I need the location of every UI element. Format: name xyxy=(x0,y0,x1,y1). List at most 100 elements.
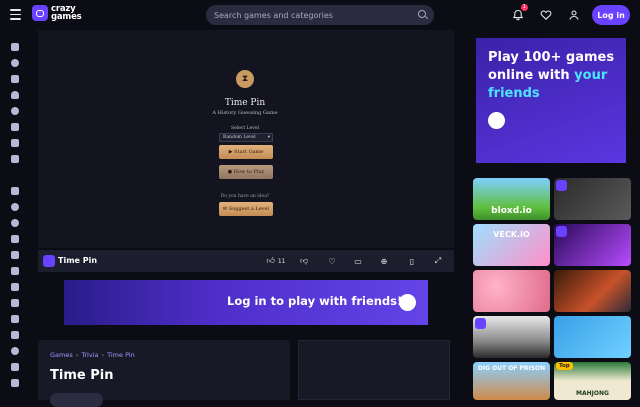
top-bar: crazy games 1 Log in xyxy=(0,0,640,30)
friends-promo-text: Play 100+ games online with your friends xyxy=(488,49,618,103)
breadcrumb-separator: › xyxy=(101,351,105,359)
share-button[interactable]: ⊕ xyxy=(376,254,392,268)
recent-icon[interactable] xyxy=(10,58,20,68)
fullscreen-button[interactable]: ⤢ xyxy=(430,254,446,268)
originals-icon[interactable] xyxy=(10,122,20,132)
search-icon[interactable] xyxy=(418,10,426,18)
promo-line3: friends xyxy=(488,86,540,101)
like-count: 11 xyxy=(277,257,286,265)
breadcrumb-games[interactable]: Games xyxy=(50,351,73,359)
login-button[interactable]: Log in xyxy=(592,5,630,25)
feedback-button[interactable]: ▭ xyxy=(350,254,366,268)
info-action-button[interactable] xyxy=(50,393,103,407)
new-games-icon[interactable] xyxy=(10,74,20,84)
how-to-play-button[interactable]: ● How to Play xyxy=(219,165,273,179)
multiplayer-badge-icon xyxy=(556,180,567,191)
menu-icon[interactable] xyxy=(10,9,21,20)
left-sidebar xyxy=(0,30,30,400)
fps-icon[interactable] xyxy=(10,378,20,388)
hourglass-icon: ⧗ xyxy=(236,70,254,88)
logo-line2: games xyxy=(51,12,82,22)
favorites-heart-icon[interactable] xyxy=(538,7,554,23)
suggest-level-label: Suggest a Level xyxy=(228,206,270,212)
trending-icon[interactable] xyxy=(10,90,20,100)
top-badge: Top xyxy=(556,362,573,370)
updated-icon[interactable] xyxy=(10,106,20,116)
game-toolbar: Time Pin 👍︎ 11 👎︎ ♡ ▭ ⊕ ▯ ⤢ xyxy=(38,250,454,272)
escape-icon[interactable] xyxy=(10,362,20,372)
level-select-value: Random Level xyxy=(223,135,256,140)
game-tile[interactable] xyxy=(473,270,550,312)
start-game-label: Start Game xyxy=(234,149,264,155)
game-tile[interactable]: VECK.IO xyxy=(473,224,550,266)
casual-icon[interactable] xyxy=(10,282,20,292)
avatar-circle xyxy=(399,294,416,311)
search-input[interactable] xyxy=(214,10,404,20)
adventure-icon[interactable] xyxy=(10,202,20,212)
game-tile-label: VECK.IO xyxy=(493,230,530,239)
promo-highlight: your xyxy=(574,68,608,83)
chevron-down-icon: ▾ xyxy=(267,135,270,140)
card-icon[interactable] xyxy=(10,266,20,276)
page-title: Time Pin xyxy=(50,368,114,383)
promo-avatar-circle xyxy=(488,112,505,129)
breadcrumb-trivia[interactable]: Trivia xyxy=(81,351,98,359)
promo-line1: Play 100+ games xyxy=(488,50,615,65)
heart-icon: ♡ xyxy=(328,256,336,266)
game-tile[interactable] xyxy=(554,224,631,266)
fullscreen-icon: ⤢ xyxy=(434,256,442,265)
game-tile[interactable]: DIG OUT OF PRISON xyxy=(473,362,550,400)
controller-icon[interactable] xyxy=(10,314,20,324)
notifications-bell-icon[interactable]: 1 xyxy=(510,4,528,23)
crazygames-logo[interactable]: crazy games xyxy=(32,5,82,21)
select-level-label: Select Level xyxy=(231,126,259,131)
search-bar[interactable] xyxy=(206,5,434,25)
game-tile[interactable]: bloxd.io xyxy=(473,178,550,220)
game-tile-label: DIG OUT OF PRISON xyxy=(477,365,546,372)
gamebar-title: Time Pin xyxy=(58,256,98,265)
breadcrumb-separator: › xyxy=(75,351,79,359)
how-to-play-label: How to Play xyxy=(233,169,265,175)
leaderboard-icon[interactable] xyxy=(10,154,20,164)
game-tile[interactable] xyxy=(473,316,550,358)
car-icon[interactable] xyxy=(10,250,20,260)
favorite-button[interactable]: ♡ xyxy=(324,254,340,268)
level-select[interactable]: Random Level ▾ xyxy=(219,133,273,142)
mobile-icon: ▯ xyxy=(409,256,415,266)
game-tile[interactable] xyxy=(554,316,631,358)
dislike-button[interactable]: 👎︎ xyxy=(296,254,312,268)
game-subtitle: A History Guessing Game xyxy=(212,110,278,116)
login-promo-text: Log in to play with friends! xyxy=(227,294,403,308)
mobile-button[interactable]: ▯ xyxy=(404,254,420,268)
game-tile[interactable] xyxy=(554,270,631,312)
game-thumbnail-icon xyxy=(43,255,55,267)
suggest-level-button[interactable]: ✉ Suggest a Level xyxy=(219,202,273,216)
like-button[interactable]: 👍︎ 11 xyxy=(262,254,290,268)
multiplayer-badge-icon xyxy=(556,226,567,237)
thumbs-up-icon: 👍︎ xyxy=(266,256,275,265)
game-tile-label: MAHJONG xyxy=(576,390,609,397)
clicker-icon[interactable] xyxy=(10,298,20,308)
share-icon: ⊕ xyxy=(380,256,388,266)
driving-icon[interactable] xyxy=(10,346,20,356)
beauty-icon[interactable] xyxy=(10,234,20,244)
thumbs-down-icon: 👎︎ xyxy=(299,256,309,265)
promo-line2: online with xyxy=(488,68,570,83)
game-tile-label: bloxd.io xyxy=(491,206,532,216)
game-tile[interactable] xyxy=(554,178,631,220)
breadcrumb-current[interactable]: Time Pin xyxy=(107,351,135,359)
feedback-icon: ▭ xyxy=(354,256,362,266)
dress-up-icon[interactable] xyxy=(10,330,20,340)
multiplayer-badge-icon xyxy=(475,318,486,329)
start-game-button[interactable]: ▶ Start Game xyxy=(219,145,273,159)
home-icon[interactable] xyxy=(10,42,20,52)
friends-icon[interactable] xyxy=(566,7,582,23)
game-title: Time Pin xyxy=(224,98,266,108)
multiplayer-icon[interactable] xyxy=(10,138,20,148)
logo-icon xyxy=(32,5,48,21)
game-tile[interactable]: Top MAHJONG xyxy=(554,362,631,400)
action-icon[interactable] xyxy=(10,186,20,196)
basketball-icon[interactable] xyxy=(10,218,20,228)
notification-count-badge: 1 xyxy=(520,4,528,11)
breadcrumb: Games › Trivia › Time Pin xyxy=(50,351,135,359)
